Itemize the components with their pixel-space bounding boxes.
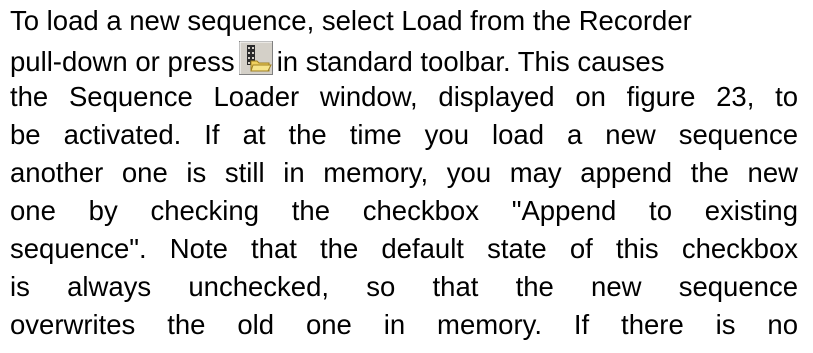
text-line-8: is always unchecked, so that the new seq… [10,271,798,302]
text-line-5: another one is still in memory, you may … [10,157,798,188]
text-line-2: pull-down or press in standard toolbar. … [10,41,798,77]
text-line-6: one by checking the checkbox "Append to … [10,195,798,226]
text-line-1: To load a new sequence, select Load from… [10,5,692,36]
text-line-4: be activated. If at the time you load a … [10,119,798,150]
text-line-2-start: pull-down or press [10,46,235,77]
text-line-3: the Sequence Loader window, displayed on… [10,81,798,112]
text-line-2-end: in standard toolbar. This causes [276,46,665,77]
text-line-9: overwrites the old one in memory. If the… [10,309,798,340]
text-line-7: sequence". Note that the default state o… [10,233,798,264]
load-sequence-icon [238,41,273,75]
